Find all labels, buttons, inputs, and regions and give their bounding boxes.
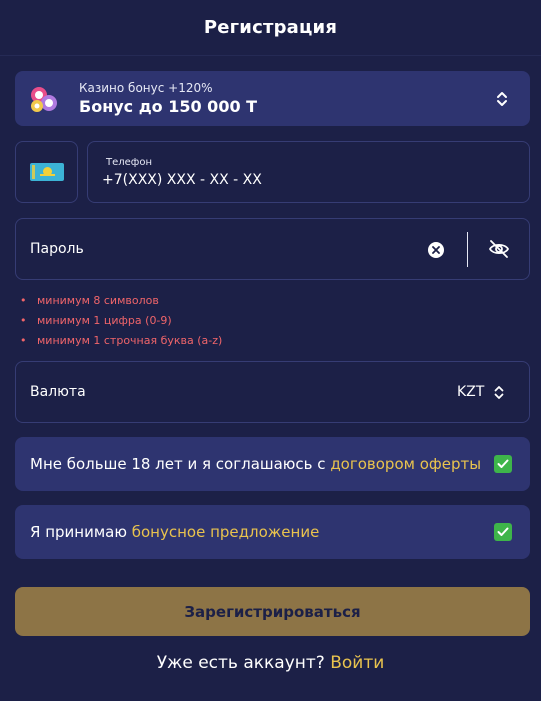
- password-rules: минимум 8 символов минимум 1 цифра (0-9)…: [20, 294, 222, 354]
- password-rule: минимум 8 символов: [20, 294, 222, 314]
- password-rule: минимум 1 цифра (0-9): [20, 314, 222, 334]
- bonus-title: Бонус до 150 000 Т: [79, 97, 258, 116]
- password-field[interactable]: Пароль: [15, 218, 530, 280]
- divider: [467, 232, 468, 267]
- bonus-selector[interactable]: Казино бонус +120% Бонус до 150 000 Т: [15, 71, 530, 126]
- bonus-agreement-checkbox[interactable]: [494, 523, 512, 541]
- age-agreement-checkbox[interactable]: [494, 455, 512, 473]
- bonus-agreement-row[interactable]: Я принимаю бонусное предложение: [15, 505, 530, 559]
- header: Регистрация: [0, 0, 541, 56]
- country-code-selector[interactable]: [15, 141, 78, 203]
- bonus-agreement-text: Я принимаю бонусное предложение: [30, 523, 320, 541]
- offer-agreement-link[interactable]: договором оферты: [330, 455, 481, 473]
- kazakhstan-flag-icon: [29, 163, 64, 181]
- currency-value: KZT: [457, 384, 485, 400]
- phone-input[interactable]: +7(XXX) XXX - XX - XX: [102, 172, 262, 188]
- casino-chips-icon: [31, 87, 57, 112]
- bonus-subtitle: Казино бонус +120%: [79, 81, 213, 95]
- chevron-up-down-icon: [494, 386, 504, 399]
- age-agreement-text: Мне больше 18 лет и я соглашаюсь с догов…: [30, 455, 482, 473]
- eye-off-icon[interactable]: [488, 239, 510, 259]
- password-rule: минимум 1 строчная буква (a-z): [20, 334, 222, 354]
- register-button[interactable]: Зарегистрироваться: [15, 587, 530, 636]
- chevron-up-down-icon: [497, 92, 507, 106]
- clear-icon[interactable]: [428, 242, 444, 258]
- age-agreement-row[interactable]: Мне больше 18 лет и я соглашаюсь с догов…: [15, 437, 530, 491]
- currency-selector[interactable]: Валюта KZT: [15, 361, 530, 423]
- phone-field[interactable]: Телефон +7(XXX) XXX - XX - XX: [87, 141, 530, 203]
- bonus-offer-link[interactable]: бонусное предложение: [132, 523, 320, 541]
- currency-label: Валюта: [30, 384, 86, 400]
- phone-label: Телефон: [106, 157, 153, 168]
- page-title: Регистрация: [203, 17, 338, 38]
- login-link[interactable]: Войти: [330, 653, 384, 673]
- password-input[interactable]: Пароль: [30, 241, 84, 257]
- login-prompt: Уже есть аккаунт? Войти: [156, 653, 385, 673]
